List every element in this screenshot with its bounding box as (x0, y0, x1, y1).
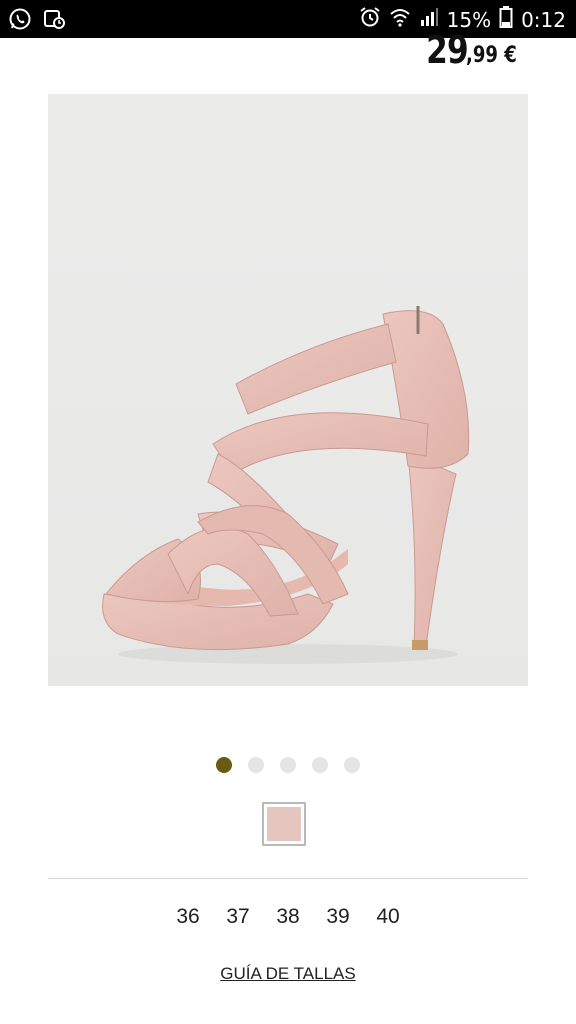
size-option[interactable]: 39 (325, 905, 351, 929)
size-option[interactable]: 40 (375, 905, 401, 929)
divider (48, 878, 528, 879)
pink-platform-sandal-image (48, 94, 528, 686)
size-option[interactable]: 37 (225, 905, 251, 929)
carousel-dot-5[interactable] (344, 757, 360, 773)
alarm-icon (359, 5, 381, 34)
price-integer: 29 (426, 28, 469, 72)
gallery-icon (42, 7, 66, 36)
color-swatch-pink[interactable] (262, 802, 306, 846)
whatsapp-icon (8, 7, 32, 36)
price-decimal: ,99 € (466, 43, 517, 68)
size-option[interactable]: 36 (175, 905, 201, 929)
size-selector: 36 37 38 39 40 (0, 905, 576, 929)
product-price: 29 ,99 € (417, 30, 528, 70)
carousel-dot-1[interactable] (216, 757, 232, 773)
size-option[interactable]: 38 (275, 905, 301, 929)
clock: 0:12 (521, 7, 566, 32)
carousel-dot-2[interactable] (248, 757, 264, 773)
product-image[interactable] (48, 94, 528, 686)
swatch-fill (267, 807, 301, 841)
carousel-dot-4[interactable] (312, 757, 328, 773)
size-guide-link[interactable]: GUÍA DE TALLAS (0, 964, 576, 984)
carousel-indicator (0, 757, 576, 773)
wifi-icon (389, 5, 411, 34)
carousel-dot-3[interactable] (280, 757, 296, 773)
